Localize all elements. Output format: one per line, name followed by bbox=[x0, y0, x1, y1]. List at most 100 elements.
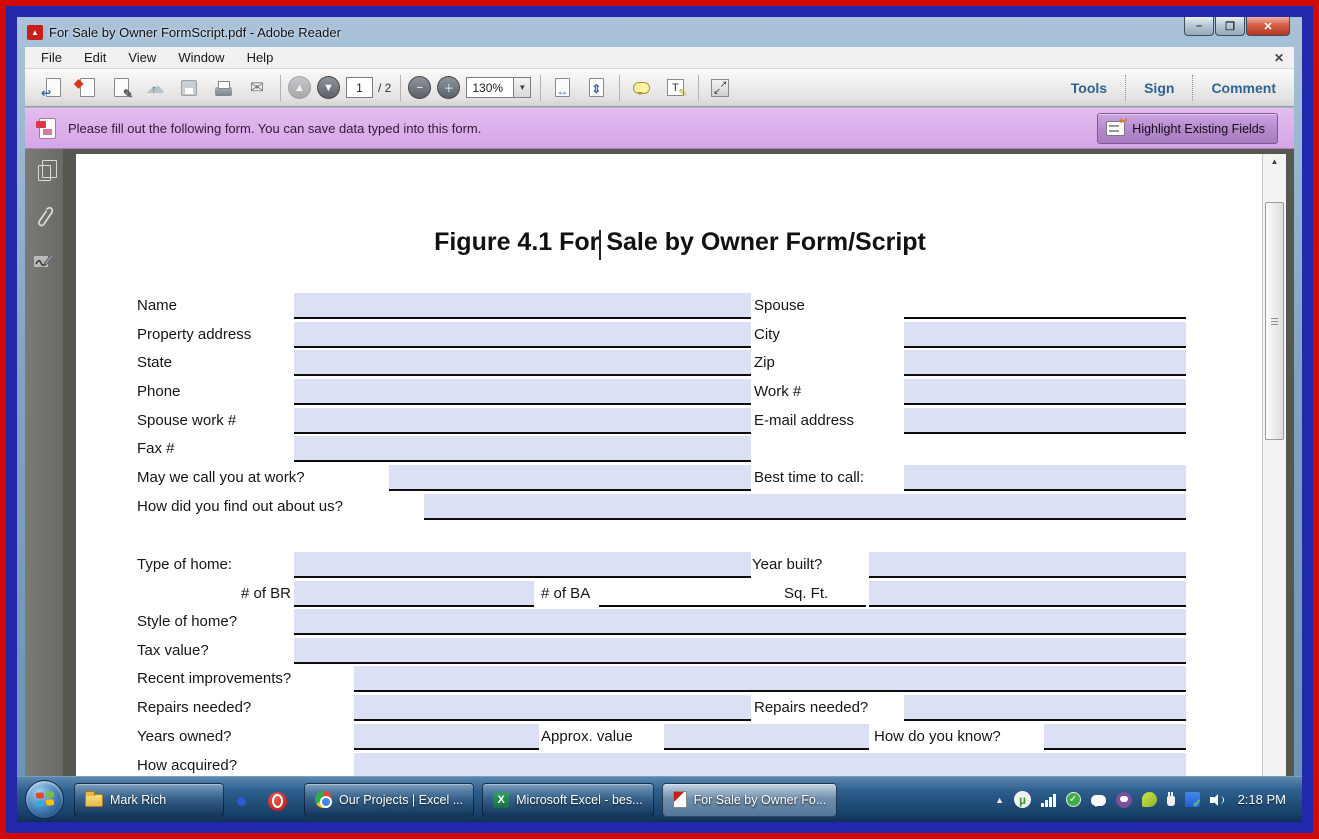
menu-help[interactable]: Help bbox=[247, 50, 274, 65]
form-field[interactable] bbox=[294, 322, 751, 348]
taskbar-button[interactable]: For Sale by Owner Fo... bbox=[662, 783, 838, 817]
document-area: Figure 4.1 For Sale by Owner Form/Script… bbox=[25, 149, 1294, 822]
volume-icon[interactable] bbox=[1210, 793, 1224, 807]
update-check-icon[interactable]: ✓ bbox=[1066, 792, 1081, 807]
menu-window[interactable]: Window bbox=[178, 50, 224, 65]
form-field[interactable] bbox=[664, 724, 869, 750]
form-field[interactable] bbox=[294, 379, 751, 405]
form-field[interactable] bbox=[294, 552, 751, 578]
print-button[interactable] bbox=[209, 75, 237, 101]
form-field[interactable] bbox=[904, 408, 1186, 434]
sign-link[interactable]: Sign bbox=[1126, 80, 1192, 96]
navigation-pane bbox=[25, 149, 63, 822]
form-label: Recent improvements? bbox=[137, 666, 291, 692]
tools-link[interactable]: Tools bbox=[1053, 80, 1125, 96]
pdf-page: Figure 4.1 For Sale by Owner Form/Script… bbox=[76, 154, 1284, 814]
form-label: State bbox=[137, 350, 172, 376]
scrollbar-thumb[interactable] bbox=[1265, 202, 1284, 440]
zoom-out-button[interactable]: − bbox=[408, 76, 431, 99]
form-label: # of BR bbox=[176, 581, 291, 607]
form-field[interactable] bbox=[904, 379, 1186, 405]
antivirus-icon[interactable] bbox=[1142, 792, 1157, 807]
zoom-in-button[interactable]: ＋ bbox=[437, 76, 460, 99]
taskbar-button[interactable]: XMicrosoft Excel - bes... bbox=[482, 783, 653, 817]
scroll-up-icon[interactable]: ▲ bbox=[1263, 157, 1286, 166]
create-pdf-button[interactable]: ◆ bbox=[73, 75, 101, 101]
form-field[interactable] bbox=[294, 609, 1186, 635]
form-field[interactable] bbox=[294, 436, 751, 462]
cloud-upload-button[interactable]: ☁↑ bbox=[141, 75, 169, 101]
form-field[interactable] bbox=[294, 350, 751, 376]
messenger-icon[interactable] bbox=[1091, 795, 1106, 806]
close-document-icon[interactable]: ✕ bbox=[1274, 51, 1284, 65]
opera-icon[interactable] bbox=[268, 792, 290, 808]
form-label: Style of home? bbox=[137, 609, 237, 635]
dropbox-icon[interactable] bbox=[1185, 792, 1200, 807]
form-label: Best time to call: bbox=[754, 465, 864, 491]
viber-icon[interactable] bbox=[1116, 792, 1132, 808]
form-label: May we call you at work? bbox=[137, 465, 305, 491]
form-field[interactable] bbox=[904, 293, 1186, 319]
form-field[interactable] bbox=[869, 552, 1186, 578]
menu-view[interactable]: View bbox=[128, 50, 156, 65]
form-field[interactable] bbox=[354, 695, 751, 721]
firefox-icon[interactable] bbox=[232, 792, 254, 808]
form-field[interactable] bbox=[294, 638, 1186, 664]
form-field[interactable] bbox=[424, 494, 1186, 520]
window-titlebar[interactable]: ▲ For Sale by Owner FormScript.pdf - Ado… bbox=[17, 17, 1302, 47]
network-signal-icon[interactable] bbox=[1041, 793, 1056, 807]
next-page-button[interactable]: ▼ bbox=[317, 76, 340, 99]
close-button[interactable]: ✕ bbox=[1246, 17, 1290, 36]
form-field[interactable] bbox=[389, 465, 751, 491]
excel-icon: X bbox=[493, 792, 509, 808]
form-field[interactable] bbox=[904, 695, 1186, 721]
form-label: # of BA bbox=[541, 581, 590, 607]
fill-sign-button[interactable]: ✎ bbox=[107, 75, 135, 101]
taskbar-button[interactable]: Mark Rich bbox=[74, 783, 224, 817]
text-highlight-button[interactable]: T bbox=[661, 75, 689, 101]
taskbar-button-label: Mark Rich bbox=[110, 793, 166, 807]
fit-width-button[interactable]: ↔ bbox=[548, 75, 576, 101]
zoom-level-input[interactable]: 130% bbox=[466, 77, 514, 98]
save-button[interactable] bbox=[175, 75, 203, 101]
menu-edit[interactable]: Edit bbox=[84, 50, 106, 65]
signatures-icon[interactable] bbox=[32, 249, 56, 273]
start-button[interactable] bbox=[25, 780, 64, 819]
form-field[interactable] bbox=[294, 293, 751, 319]
page-thumbnails-icon[interactable] bbox=[32, 161, 56, 185]
form-document-icon bbox=[39, 118, 56, 139]
menu-file[interactable]: File bbox=[41, 50, 62, 65]
form-field[interactable] bbox=[354, 666, 1186, 692]
power-plug-icon[interactable] bbox=[1167, 796, 1175, 806]
form-field[interactable] bbox=[904, 465, 1186, 491]
form-label: Property address bbox=[137, 322, 251, 348]
open-file-button[interactable]: ↩ bbox=[39, 75, 67, 101]
form-field[interactable] bbox=[869, 581, 1186, 607]
show-hidden-icons-button[interactable]: ▲ bbox=[995, 795, 1004, 805]
previous-page-button[interactable]: ▲ bbox=[288, 76, 311, 99]
system-tray: ▲ µ ✓ 2:18 PM bbox=[995, 791, 1302, 808]
fullscreen-button[interactable]: ↗↙ bbox=[706, 75, 734, 101]
comment-bubble-button[interactable] bbox=[627, 75, 655, 101]
form-notice-message: Please fill out the following form. You … bbox=[68, 121, 481, 136]
form-field[interactable] bbox=[294, 581, 534, 607]
form-field[interactable] bbox=[294, 408, 751, 434]
restore-button[interactable]: ❐ bbox=[1215, 17, 1245, 36]
taskbar-button[interactable]: Our Projects | Excel ... bbox=[304, 783, 474, 817]
email-button[interactable]: ✉ bbox=[243, 75, 271, 101]
form-field[interactable] bbox=[1044, 724, 1186, 750]
form-field[interactable] bbox=[904, 322, 1186, 348]
text-cursor bbox=[599, 230, 601, 260]
form-field[interactable] bbox=[904, 350, 1186, 376]
highlight-existing-fields-button[interactable]: Highlight Existing Fields bbox=[1097, 113, 1278, 144]
minimize-button[interactable]: – bbox=[1184, 17, 1214, 36]
highlight-fields-icon bbox=[1106, 121, 1125, 136]
zoom-dropdown-icon[interactable]: ▼ bbox=[514, 77, 531, 98]
attachments-paperclip-icon[interactable] bbox=[32, 205, 56, 229]
comment-link[interactable]: Comment bbox=[1193, 80, 1294, 96]
form-field[interactable] bbox=[354, 724, 539, 750]
fit-page-button[interactable]: ⇕ bbox=[582, 75, 610, 101]
vertical-scrollbar[interactable]: ▲ bbox=[1262, 154, 1286, 814]
utorrent-icon[interactable]: µ bbox=[1014, 791, 1031, 808]
page-number-input[interactable]: 1 bbox=[346, 77, 373, 98]
